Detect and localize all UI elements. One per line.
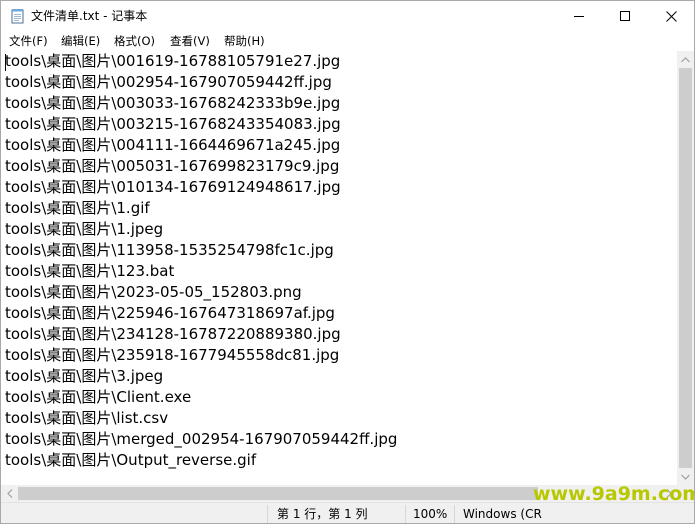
- vertical-scrollbar[interactable]: [677, 51, 694, 485]
- chevron-down-icon: [681, 474, 690, 480]
- horizontal-scroll-thumb[interactable]: [18, 487, 538, 500]
- site-watermark: www.9a9m.com: [533, 483, 695, 505]
- text-line: tools\桌面\图片\005031-167699823179c9.jpg: [5, 157, 340, 175]
- close-button[interactable]: [648, 1, 694, 31]
- notepad-app-icon[interactable]: [11, 8, 25, 24]
- status-separator: [454, 505, 455, 523]
- vertical-scroll-thumb[interactable]: [679, 68, 692, 468]
- cursor-position: 第 1 行，第 1 列: [277, 507, 368, 521]
- line-ending: Windows (CR: [463, 507, 542, 521]
- text-line: tools\桌面\图片\002954-167907059442ff.jpg: [5, 73, 332, 91]
- menu-edit[interactable]: 编辑(E): [61, 33, 100, 49]
- text-line: tools\桌面\图片\1.gif: [5, 199, 150, 217]
- text-line: tools\桌面\图片\2023-05-05_152803.png: [5, 283, 302, 301]
- text-line: tools\桌面\图片\003215-16768243354083.jpg: [5, 115, 341, 133]
- text-line: tools\桌面\图片\235918-1677945558dc81.jpg: [5, 346, 340, 364]
- text-line: tools\桌面\图片\113958-1535254798fc1c.jpg: [5, 241, 334, 259]
- status-separator: [267, 505, 268, 523]
- menu-format[interactable]: 格式(O): [114, 33, 155, 49]
- maximize-button[interactable]: [602, 1, 648, 31]
- text-line: tools\桌面\图片\004111-1664469671a245.jpg: [5, 136, 341, 154]
- window-title: 文件清单.txt - 记事本: [31, 9, 148, 23]
- text-line: tools\桌面\图片\234128-16787220889380.jpg: [5, 325, 341, 343]
- menu-view[interactable]: 查看(V): [170, 33, 210, 49]
- chevron-left-icon: [6, 489, 12, 498]
- maximize-icon: [620, 11, 630, 21]
- text-editor[interactable]: tools\桌面\图片\001619-16788105791e27.jpg to…: [1, 51, 677, 485]
- text-line: tools\桌面\图片\Output_reverse.gif: [5, 451, 257, 469]
- text-line: tools\桌面\图片\Client.exe: [5, 388, 192, 406]
- text-line: tools\桌面\图片\list.csv: [5, 409, 169, 427]
- text-line: tools\桌面\图片\225946-167647318697af.jpg: [5, 304, 335, 322]
- text-line: tools\桌面\图片\1.jpeg: [5, 220, 164, 238]
- chevron-up-icon: [681, 56, 690, 62]
- minimize-icon: [574, 16, 584, 17]
- text-line: tools\桌面\图片\001619-16788105791e27.jpg: [5, 52, 341, 70]
- scroll-up-button[interactable]: [677, 51, 694, 68]
- text-line: tools\桌面\图片\merged_002954-167907059442ff…: [5, 430, 398, 448]
- close-icon: [665, 10, 677, 22]
- text-line: tools\桌面\图片\3.jpeg: [5, 367, 164, 385]
- text-caret: [5, 54, 6, 71]
- menu-help[interactable]: 帮助(H): [224, 33, 265, 49]
- title-bar[interactable]: 文件清单.txt - 记事本: [1, 1, 694, 31]
- text-line: tools\桌面\图片\003033-16768242333b9e.jpg: [5, 94, 341, 112]
- status-separator: [405, 505, 406, 523]
- minimize-button[interactable]: [556, 1, 602, 31]
- scroll-left-button[interactable]: [1, 485, 18, 502]
- notepad-window: 文件清单.txt - 记事本 文件(F) 编辑(E) 格式(O) 查看(V) 帮…: [0, 0, 695, 524]
- zoom-level: 100%: [413, 507, 448, 521]
- text-content: tools\桌面\图片\001619-16788105791e27.jpg to…: [5, 51, 397, 471]
- text-line: tools\桌面\图片\010134-16769124948617.jpg: [5, 178, 341, 196]
- menu-file[interactable]: 文件(F): [9, 33, 48, 49]
- text-line: tools\桌面\图片\123.bat: [5, 262, 175, 280]
- menu-bar: 文件(F) 编辑(E) 格式(O) 查看(V) 帮助(H): [1, 31, 694, 51]
